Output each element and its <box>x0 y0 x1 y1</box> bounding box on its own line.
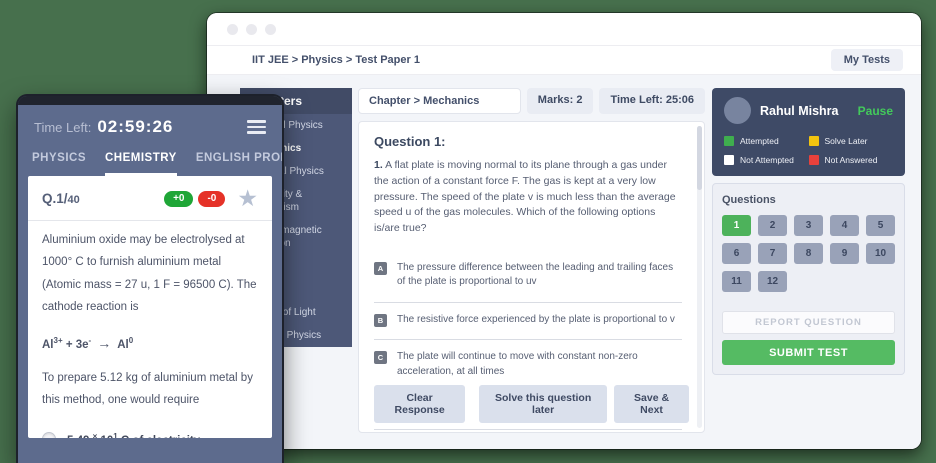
time-left-badge: Time Left: 25:06 <box>599 88 705 114</box>
question-card: Question 1: 1. A flat plate is moving no… <box>358 121 705 433</box>
not-answered-swatch <box>809 155 819 165</box>
attempted-label: Attempted <box>740 136 779 146</box>
question-title: Question 1: <box>374 134 682 149</box>
pause-button[interactable]: Pause <box>858 104 893 118</box>
mobile-subject-tabs: PHYSICS CHEMISTRY ENGLISH PROFICIENCY <box>18 152 282 176</box>
clear-response-button[interactable]: Clear Response <box>374 385 465 423</box>
user-card: Rahul Mishra Pause Attempted Solve Later <box>712 88 905 176</box>
avatar <box>724 97 751 124</box>
radio-button[interactable] <box>42 432 56 438</box>
mobile-question-card: Q.1/40 +0 -0 ★ Aluminium oxide may be el… <box>28 176 272 438</box>
user-name: Rahul Mishra <box>760 104 849 118</box>
my-tests-button[interactable]: My Tests <box>831 49 903 71</box>
mobile-header: Time Left: 02:59:26 <box>18 105 282 137</box>
question-scrollbar[interactable] <box>697 126 702 428</box>
option-a-text: The pressure difference between the lead… <box>397 261 682 290</box>
not-attempted-swatch <box>724 155 734 165</box>
solve-later-button[interactable]: Solve this question later <box>479 385 607 423</box>
positive-marks-pill: +0 <box>164 191 193 207</box>
scrollbar-thumb[interactable] <box>697 126 702 190</box>
question-cell-2[interactable]: 2 <box>758 215 787 236</box>
option-b-text: The resistive force experienced by the p… <box>397 313 675 328</box>
question-number: 1. <box>374 159 383 171</box>
legend-not-answered: Not Answered <box>809 155 894 165</box>
question-cell-12[interactable]: 12 <box>758 271 787 292</box>
mobile-counter-row: Q.1/40 +0 -0 ★ <box>42 187 258 210</box>
tab-english-proficiency[interactable]: ENGLISH PROFICIENCY <box>196 152 282 176</box>
breadcrumb-bar: IIT JEE > Physics > Test Paper 1 My Test… <box>207 45 921 75</box>
question-body: A flat plate is moving normal to its pla… <box>374 159 676 234</box>
mobile-option-1[interactable]: 5.49 × 101 C of electricity <box>42 432 258 438</box>
breadcrumb[interactable]: IIT JEE > Physics > Test Paper 1 <box>252 54 831 66</box>
desktop-test-window: IIT JEE > Physics > Test Paper 1 My Test… <box>207 13 921 449</box>
option-c-badge: C <box>374 351 387 364</box>
question-cell-5[interactable]: 5 <box>866 215 895 236</box>
status-legend: Attempted Solve Later Not Attempted <box>724 136 893 165</box>
option-b-badge: B <box>374 314 387 327</box>
stage: IIT JEE > Physics > Test Paper 1 My Test… <box>0 0 936 463</box>
window-titlebar <box>207 13 921 45</box>
window-control-dot[interactable] <box>227 24 238 35</box>
question-cell-4[interactable]: 4 <box>830 215 859 236</box>
window-control-dot[interactable] <box>246 24 257 35</box>
marks-badge: Marks: 2 <box>527 88 594 114</box>
report-question-button[interactable]: REPORT QUESTION <box>722 311 895 334</box>
hamburger-menu-icon[interactable] <box>247 120 266 134</box>
question-cell-1[interactable]: 1 <box>722 215 751 236</box>
mobile-time-label: Time Left: <box>34 120 91 135</box>
negative-marks-pill: -0 <box>198 191 225 207</box>
legend-solve-later: Solve Later <box>809 136 894 146</box>
question-text: 1. A flat plate is moving normal to its … <box>374 158 682 237</box>
arrow-icon: → <box>97 335 111 351</box>
tab-chemistry[interactable]: CHEMISTRY <box>105 152 177 176</box>
question-cell-7[interactable]: 7 <box>758 243 787 264</box>
chapter-label: Chapter > Mechanics <box>358 88 521 114</box>
question-cell-8[interactable]: 8 <box>794 243 823 264</box>
submit-test-button[interactable]: SUBMIT TEST <box>722 340 895 365</box>
question-actions: Clear Response Solve this question later… <box>374 379 689 423</box>
legend-not-attempted: Not Attempted <box>724 155 809 165</box>
mobile-option-1-text: 5.49 × 101 C of electricity <box>67 432 200 438</box>
question-number-grid: 1 2 3 4 5 6 7 8 9 10 11 12 <box>722 215 895 292</box>
question-cell-11[interactable]: 11 <box>722 271 751 292</box>
option-a[interactable]: A The pressure difference between the le… <box>374 251 682 303</box>
option-a-badge: A <box>374 262 387 275</box>
mobile-question-paragraph-1: Aluminium oxide may be electrolysed at 1… <box>42 229 258 319</box>
option-b[interactable]: B The resistive force experienced by the… <box>374 303 682 341</box>
attempted-swatch <box>724 136 734 146</box>
solve-later-swatch <box>809 136 819 146</box>
desktop-content: Chapters General Physics Mechanics Therm… <box>207 75 921 449</box>
tab-physics[interactable]: PHYSICS <box>32 152 86 176</box>
save-next-button[interactable]: Save & Next <box>614 385 689 423</box>
option-c-text: The plate will continue to move with con… <box>397 350 682 379</box>
questions-panel-title: Questions <box>722 194 895 206</box>
marks-pills: +0 -0 <box>164 191 225 207</box>
question-cell-6[interactable]: 6 <box>722 243 751 264</box>
question-area: Chapter > Mechanics Marks: 2 Time Left: … <box>358 88 705 433</box>
not-answered-label: Not Answered <box>825 155 878 165</box>
question-counter: Q.1/40 <box>42 191 80 206</box>
question-topbar: Chapter > Mechanics Marks: 2 Time Left: … <box>358 88 705 114</box>
window-control-dot[interactable] <box>265 24 276 35</box>
question-cell-10[interactable]: 10 <box>866 243 895 264</box>
question-cell-3[interactable]: 3 <box>794 215 823 236</box>
right-panel: Rahul Mishra Pause Attempted Solve Later <box>712 88 905 375</box>
mobile-test-window: Time Left: 02:59:26 PHYSICS CHEMISTRY EN… <box>18 96 282 463</box>
bookmark-star-icon[interactable]: ★ <box>237 187 258 210</box>
card-divider <box>28 220 272 221</box>
questions-panel: Questions 1 2 3 4 5 6 7 8 9 10 11 12 <box>712 183 905 375</box>
question-cell-9[interactable]: 9 <box>830 243 859 264</box>
legend-attempted: Attempted <box>724 136 809 146</box>
mobile-question-paragraph-2: To prepare 5.12 kg of aluminium metal by… <box>42 367 258 412</box>
mobile-time-value: 02:59:26 <box>97 117 173 137</box>
mobile-bezel <box>18 96 282 105</box>
solve-later-label: Solve Later <box>825 136 868 146</box>
not-attempted-label: Not Attempted <box>740 155 794 165</box>
cathode-reaction: Al3+ + 3e-→Al0 <box>42 335 258 351</box>
